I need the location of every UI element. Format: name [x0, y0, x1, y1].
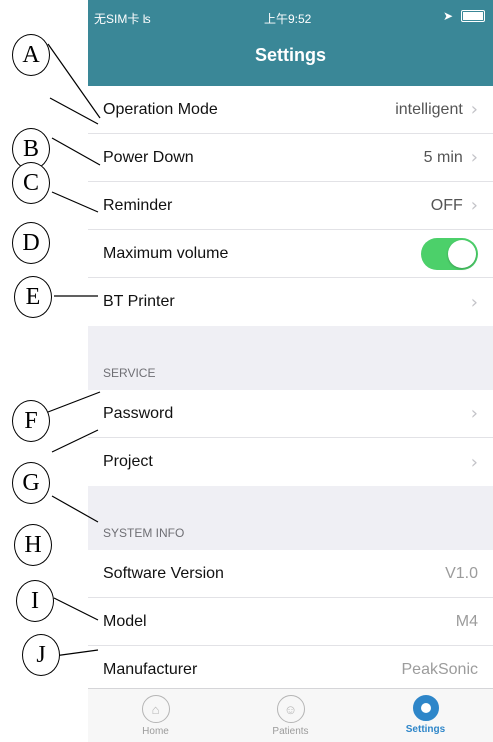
callout-g: G	[12, 462, 50, 504]
callout-j: J	[22, 634, 60, 676]
leader-line-f	[47, 391, 101, 413]
leader-line-j	[53, 649, 99, 657]
callout-a: A	[12, 34, 50, 76]
callout-leader-lines	[47, 43, 101, 657]
leader-line-g	[51, 495, 99, 523]
callout-d: D	[12, 222, 50, 264]
leader-line-a2	[49, 97, 99, 125]
callout-i: I	[16, 580, 54, 622]
callout-h: H	[14, 524, 52, 566]
leader-line-i	[53, 597, 99, 621]
leader-line-a	[47, 43, 101, 119]
leader-line-c	[51, 191, 99, 213]
callout-c: C	[12, 162, 50, 204]
leader-line-b	[51, 137, 101, 166]
leader-line-f2	[51, 429, 99, 453]
callout-e: E	[14, 276, 52, 318]
callout-f: F	[12, 400, 50, 442]
